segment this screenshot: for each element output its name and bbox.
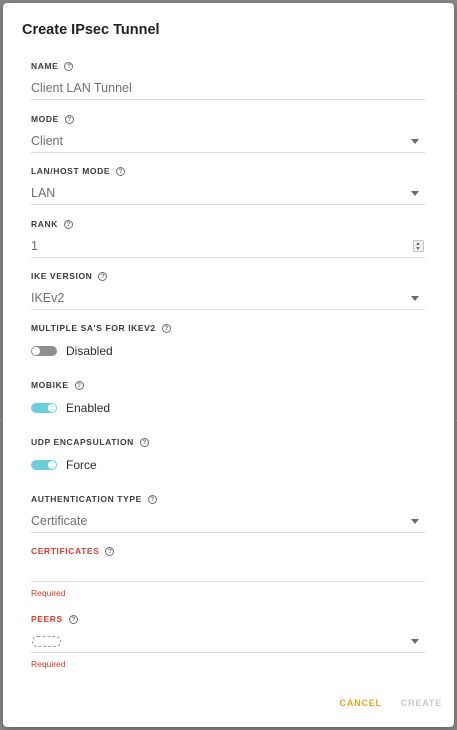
empty-chip-placeholder [32, 636, 61, 647]
multiple-sas-label: MULTIPLE SA'S FOR IKEV2 [31, 323, 156, 333]
lan-host-mode-field: LAN/HOST MODE ? LAN [31, 165, 425, 205]
lan-host-mode-value: LAN [31, 186, 56, 200]
help-icon[interactable]: ? [74, 380, 84, 390]
dialog-title: Create IPsec Tunnel [22, 22, 160, 38]
mobike-field: MOBIKE ? Enabled [31, 379, 425, 416]
mobike-toggle[interactable] [31, 403, 57, 413]
lan-host-mode-select[interactable]: LAN [31, 181, 425, 205]
help-icon[interactable]: ? [147, 494, 157, 504]
rank-label: RANK [31, 219, 58, 229]
name-field: NAME ? Client LAN Tunnel [31, 60, 425, 100]
mobike-state: Enabled [66, 401, 111, 415]
chevron-down-icon[interactable] [411, 639, 419, 644]
toggle-knob [48, 404, 56, 412]
name-label: NAME [31, 61, 59, 71]
help-icon[interactable]: ? [64, 114, 74, 124]
multiple-sas-toggle[interactable] [31, 346, 57, 356]
udp-encapsulation-state: Force [66, 458, 97, 472]
chevron-down-icon[interactable] [411, 296, 419, 301]
multiple-sas-state: Disabled [66, 344, 113, 358]
lan-host-mode-label: LAN/HOST MODE [31, 166, 111, 176]
peers-label: PEERS [31, 614, 63, 624]
help-icon[interactable]: ? [64, 61, 74, 71]
rank-input[interactable]: 1 [31, 234, 425, 258]
certificates-label: CERTIFICATES [31, 546, 100, 556]
mode-label: MODE [31, 114, 59, 124]
rank-value: 1 [31, 239, 38, 253]
number-stepper-icon[interactable] [413, 240, 424, 252]
authentication-type-field: AUTHENTICATION TYPE ? Certificate [31, 493, 425, 533]
multiple-sas-field: MULTIPLE SA'S FOR IKEV2 ? Disabled [31, 322, 425, 359]
help-icon[interactable]: ? [139, 437, 149, 447]
help-icon[interactable]: ? [63, 219, 73, 229]
certificates-input[interactable] [31, 561, 425, 582]
peers-field: PEERS ? Required [31, 613, 425, 669]
ike-version-field: IKE VERSION ? IKEv2 [31, 270, 425, 310]
cancel-button[interactable]: CANCEL [340, 698, 382, 708]
authentication-type-select[interactable]: Certificate [31, 509, 425, 533]
chevron-down-icon[interactable] [411, 191, 419, 196]
ike-version-value: IKEv2 [31, 291, 65, 305]
mode-value: Client [31, 134, 63, 148]
udp-encapsulation-field: UDP ENCAPSULATION ? Force [31, 436, 425, 473]
authentication-type-label: AUTHENTICATION TYPE [31, 494, 142, 504]
authentication-type-value: Certificate [31, 514, 88, 528]
help-icon[interactable]: ? [116, 166, 126, 176]
help-icon[interactable]: ? [161, 323, 171, 333]
mode-select[interactable]: Client [31, 129, 425, 153]
name-value: Client LAN Tunnel [31, 81, 132, 95]
certificates-field: CERTIFICATES ? Required [31, 545, 425, 598]
rank-field: RANK ? 1 [31, 218, 425, 258]
help-icon[interactable]: ? [105, 546, 115, 556]
toggle-knob [48, 461, 56, 469]
dialog-actions: CANCEL CREATE [340, 698, 442, 708]
ike-version-select[interactable]: IKEv2 [31, 286, 425, 310]
peers-error: Required [31, 659, 66, 669]
udp-encapsulation-label: UDP ENCAPSULATION [31, 437, 134, 447]
name-input[interactable]: Client LAN Tunnel [31, 76, 425, 100]
toggle-knob [32, 347, 40, 355]
help-icon[interactable]: ? [98, 271, 108, 281]
ike-version-label: IKE VERSION [31, 271, 93, 281]
chevron-down-icon[interactable] [411, 519, 419, 524]
peers-select[interactable] [31, 629, 425, 653]
help-icon[interactable]: ? [68, 614, 78, 624]
mobike-label: MOBIKE [31, 380, 69, 390]
create-button[interactable]: CREATE [401, 698, 442, 708]
udp-encapsulation-toggle[interactable] [31, 460, 57, 470]
create-ipsec-tunnel-dialog: Create IPsec Tunnel NAME ? Client LAN Tu… [3, 3, 454, 727]
chevron-down-icon[interactable] [411, 139, 419, 144]
mode-field: MODE ? Client [31, 113, 425, 153]
certificates-error: Required [31, 588, 66, 598]
